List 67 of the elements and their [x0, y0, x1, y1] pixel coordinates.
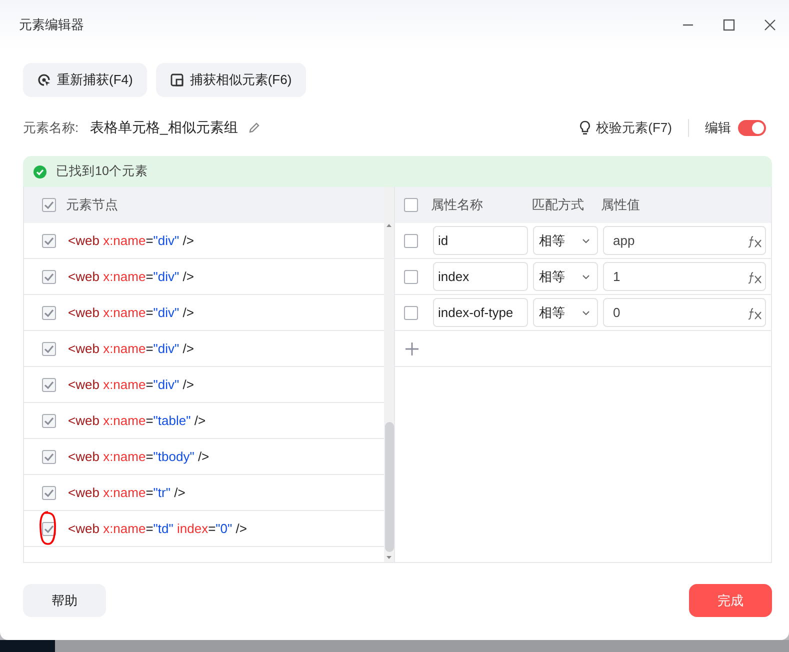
lightbulb-icon [579, 120, 592, 136]
checkbox[interactable] [42, 378, 56, 392]
node-row[interactable]: <web x:name="div" /> [24, 331, 384, 367]
name-label: 元素名称: [23, 119, 80, 137]
target-icon [37, 73, 51, 87]
checkbox[interactable] [42, 234, 56, 248]
node-text: <web x:name="div" /> [68, 341, 194, 356]
node-row[interactable]: <web x:name="tr" /> [24, 475, 384, 511]
checkbox[interactable] [42, 342, 56, 356]
toolbar-button[interactable]: 捕获相似元素(F6) [156, 63, 306, 97]
match-dropdown[interactable]: 相等 [533, 262, 598, 291]
checkbox[interactable] [404, 306, 418, 320]
column-header: 匹配方式 [532, 196, 585, 214]
column-header: 属性名称 [431, 196, 484, 214]
node-text: <web x:name="tr" /> [68, 485, 186, 500]
node-row[interactable]: <web x:name="div" /> [24, 223, 384, 259]
toolbar-button[interactable]: 重新捕获(F4) [23, 63, 147, 97]
node-row[interactable]: <web x:name="div" /> [24, 367, 384, 403]
node-row[interactable]: <web x:name="div" /> [24, 259, 384, 295]
scrollbar[interactable] [384, 187, 394, 562]
match-dropdown[interactable]: 相等 [533, 226, 598, 255]
value-field[interactable]: 1 [603, 262, 766, 291]
maximize-icon [722, 18, 736, 32]
value-field[interactable]: 0 [603, 298, 766, 327]
checkbox[interactable] [42, 270, 56, 284]
scroll-thumb[interactable] [385, 422, 394, 552]
node-text: <web x:name="tbody" /> [68, 449, 210, 464]
column-header: 元素节点 [66, 196, 118, 214]
node-text: <web x:name="div" /> [68, 233, 194, 248]
function-icon[interactable] [747, 234, 763, 248]
name-field[interactable]: index [433, 262, 528, 291]
name-field[interactable]: index-of-type [433, 298, 528, 327]
success-icon [33, 164, 47, 178]
node-text: <web x:name="div" /> [68, 269, 194, 284]
close-icon [763, 18, 777, 32]
add-icon[interactable] [405, 342, 419, 356]
edit-toggle[interactable] [738, 120, 766, 136]
node-row[interactable]: <web x:name="td" index="0" /> [24, 511, 384, 547]
checkbox[interactable] [42, 306, 56, 320]
checkbox[interactable] [404, 198, 418, 212]
edit-icon[interactable] [246, 121, 261, 135]
window-title: 元素编辑器 [19, 16, 84, 34]
match-dropdown[interactable]: 相等 [533, 298, 598, 327]
help-button[interactable]: 帮助 [23, 584, 106, 617]
frame-icon [170, 73, 184, 87]
value-field[interactable]: app [603, 226, 766, 255]
node-text: <web x:name="div" /> [68, 305, 194, 320]
node-row[interactable]: <web x:name="div" /> [24, 295, 384, 331]
edit-label: 编辑 [705, 119, 731, 137]
checkbox[interactable] [42, 450, 56, 464]
node-text: <web x:name="td" index="0" /> [68, 521, 247, 536]
function-icon[interactable] [747, 270, 763, 284]
function-icon[interactable] [747, 306, 763, 320]
checkbox[interactable] [42, 414, 56, 428]
element-name: 表格单元格_相似元素组 [90, 119, 238, 137]
validate-button[interactable]: 校验元素(F7) [579, 119, 672, 137]
checkbox[interactable] [404, 270, 418, 284]
node-row[interactable]: <web x:name="table" /> [24, 403, 384, 439]
node-text: <web x:name="div" /> [68, 377, 194, 392]
checkbox[interactable] [42, 198, 56, 212]
column-header: 属性值 [601, 196, 640, 214]
name-field[interactable]: id [433, 226, 528, 255]
node-row[interactable]: <web x:name="tbody" /> [24, 439, 384, 475]
checkbox[interactable] [404, 234, 418, 248]
node-text: <web x:name="table" /> [68, 413, 206, 428]
status-text: 已找到10个元素 [56, 163, 148, 180]
checkbox[interactable] [42, 486, 56, 500]
